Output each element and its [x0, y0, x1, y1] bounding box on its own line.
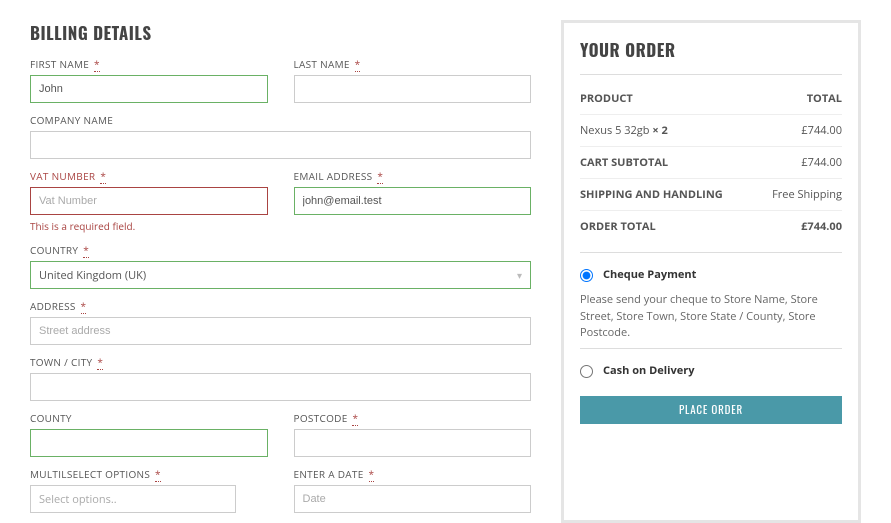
multiselect-label: MULTILSELECT OPTIONS * [30, 467, 268, 481]
order-header-total: TOTAL [807, 91, 842, 106]
vat-label: VAT NUMBER * [30, 169, 268, 183]
order-total-label: ORDER TOTAL [580, 219, 656, 234]
first-name-label: FIRST NAME * [30, 57, 268, 71]
last-name-input[interactable] [294, 75, 532, 103]
billing-heading: BILLING DETAILS [30, 20, 531, 45]
chevron-down-icon: ▾ [517, 268, 522, 282]
postcode-input[interactable] [294, 429, 532, 457]
first-name-input[interactable] [30, 75, 268, 103]
email-label: EMAIL ADDRESS * [294, 169, 532, 183]
order-shipping-value: Free Shipping [772, 187, 842, 202]
order-item-name: Nexus 5 32gb × 2 [580, 123, 668, 138]
city-label: TOWN / CITY * [30, 355, 531, 369]
vat-input[interactable] [30, 187, 268, 215]
company-label: COMPANY NAME [30, 113, 531, 127]
order-total-value: £744.00 [801, 219, 842, 234]
country-select[interactable]: United Kingdom (UK) ▾ [30, 261, 531, 289]
company-input[interactable] [30, 131, 531, 159]
county-input[interactable] [30, 429, 268, 457]
payment-cheque-desc: Please send your cheque to Store Name, S… [580, 292, 842, 342]
last-name-label: LAST NAME * [294, 57, 532, 71]
email-input[interactable] [294, 187, 532, 215]
order-header-product: PRODUCT [580, 91, 633, 106]
county-label: COUNTY [30, 411, 268, 425]
country-label: COUNTRY * [30, 243, 531, 257]
order-item-price: £744.00 [801, 123, 842, 138]
order-subtotal-value: £744.00 [801, 155, 842, 170]
address-label: ADDRESS * [30, 299, 531, 313]
order-subtotal-label: CART SUBTOTAL [580, 155, 668, 170]
multiselect-input[interactable]: Select options.. [30, 485, 236, 513]
order-shipping-label: SHIPPING AND HANDLING [580, 187, 723, 202]
payment-cheque-radio[interactable] [580, 269, 593, 282]
date-label: ENTER A DATE * [294, 467, 532, 481]
city-input[interactable] [30, 373, 531, 401]
payment-cheque-label: Cheque Payment [603, 267, 696, 282]
payment-cod-radio[interactable] [580, 365, 593, 378]
postcode-label: POSTCODE * [294, 411, 532, 425]
place-order-button[interactable]: PLACE ORDER [580, 396, 842, 424]
address-input[interactable] [30, 317, 531, 345]
payment-cod-label: Cash on Delivery [603, 363, 694, 378]
order-heading: YOUR ORDER [580, 37, 842, 62]
date-input[interactable] [294, 485, 532, 513]
vat-error: This is a required field. [30, 219, 268, 233]
